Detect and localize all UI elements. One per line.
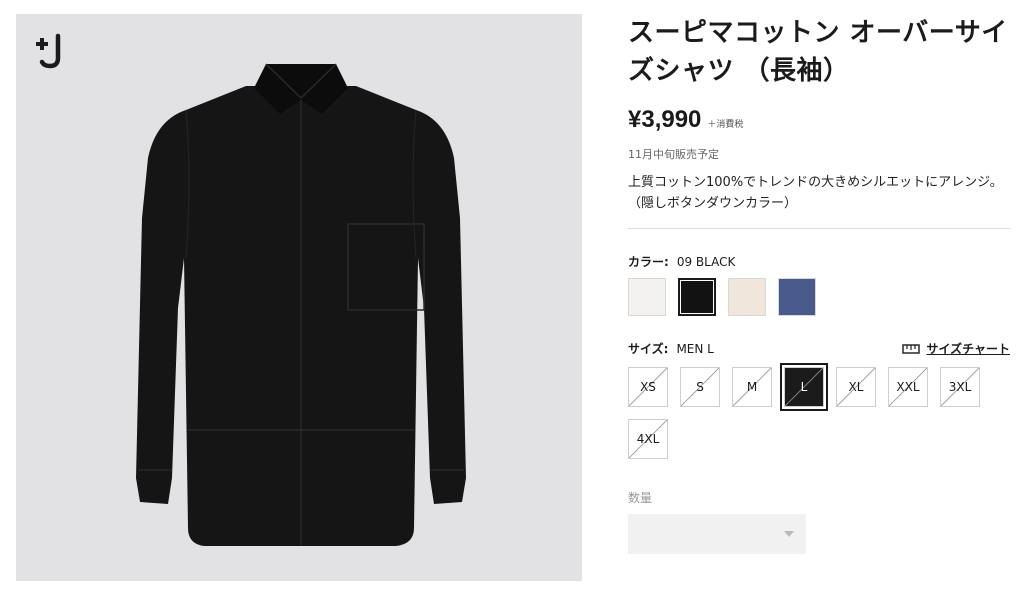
size-option-m[interactable]: M [732,367,772,407]
color-swatches [628,278,1010,316]
color-swatch-fill [629,279,665,315]
size-option-xl[interactable]: XL [836,367,876,407]
product-price: ¥3,990 [628,106,702,133]
size-label: サイズ: [628,342,669,356]
tax-note: ＋消費税 [707,120,744,130]
product-description: 上質コットン100%でトレンドの大きめシルエットにアレンジ。（隠しボタンダウンカ… [628,175,1003,211]
color-swatch-fill [779,279,815,315]
color-selected-value: 09 BLACK [676,254,736,269]
size-option-label: XXL [896,380,920,394]
chevron-down-icon [784,531,794,537]
size-selected-value: MEN L [676,341,714,356]
color-swatch-beige[interactable] [728,278,766,316]
size-option-xxl[interactable]: XXL [888,367,928,407]
size-option-label: M [746,380,758,394]
product-image-shirt [136,63,466,546]
size-chart-label: サイズチャート [926,342,1010,356]
size-option-l[interactable]: L [780,363,828,411]
product-title: スーピマコットン オーバーサイズシャツ （長袖） [628,18,1008,86]
color-swatch-fill [681,281,713,313]
size-options: XS S M L XL XXL 3XL 4XL [628,363,988,459]
size-option-label: XS [640,380,656,394]
size-chart-link[interactable]: サイズチャート [902,340,1010,357]
divider [628,228,1010,229]
size-option-s[interactable]: S [680,367,720,407]
size-option-label: L [800,380,808,394]
quantity-label: 数量 [628,491,653,505]
price-row: ¥3,990 ＋消費税 [628,106,1010,134]
quantity-select[interactable] [628,514,806,554]
color-swatch-navy[interactable] [778,278,816,316]
size-option-label: S [696,380,704,394]
color-swatch-white[interactable] [628,278,666,316]
size-option-xs[interactable]: XS [628,367,668,407]
color-label: カラー: [628,255,669,269]
size-option-3xl[interactable]: 3XL [940,367,980,407]
color-swatch-fill [729,279,765,315]
size-option-4xl[interactable]: 4XL [628,419,668,459]
product-image-panel [16,14,582,581]
size-label-row: サイズ: MEN L サイズチャート [628,340,1010,357]
size-option-label: XL [848,380,864,394]
release-note: 11月中旬販売予定 [628,148,719,161]
ruler-icon [902,343,921,354]
size-option-label: 3XL [948,380,972,394]
size-option-label: 4XL [636,432,660,446]
color-swatch-black[interactable] [678,278,716,316]
color-label-row: カラー: 09 BLACK [628,253,1010,270]
product-info-panel: スーピマコットン オーバーサイズシャツ （長袖） ¥3,990 ＋消費税 11月… [628,14,1010,554]
plus-j-logo [36,33,61,69]
